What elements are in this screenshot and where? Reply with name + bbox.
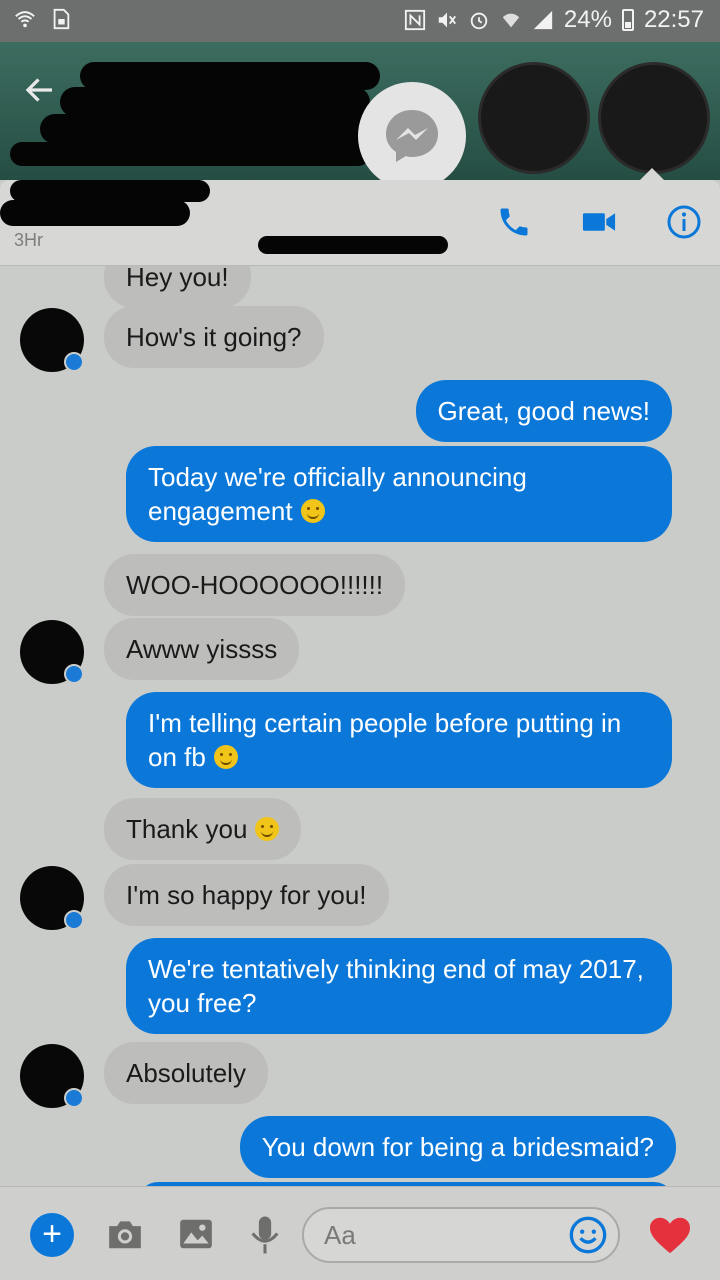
add-button[interactable]: +	[30, 1213, 74, 1257]
header-caret	[640, 168, 664, 180]
wifi-small-icon	[502, 13, 520, 28]
message-incoming[interactable]: I'm so happy for you!	[104, 864, 389, 926]
video-camera-icon[interactable]	[580, 204, 618, 240]
participant-avatar-1[interactable]	[478, 62, 590, 174]
message-input[interactable]	[324, 1219, 564, 1251]
smiling-face-with-smiling-eyes-icon	[255, 817, 280, 841]
messenger-mini-badge	[64, 1088, 84, 1108]
signal-icon	[533, 10, 553, 30]
messenger-mini-badge	[64, 352, 84, 372]
message-composer: +	[0, 1186, 720, 1280]
redacted-name-2	[60, 87, 370, 117]
message-incoming[interactable]: Thank you	[104, 798, 302, 860]
conversation-infobar: 3Hr	[0, 180, 720, 266]
status-bar: 24% 22:57	[0, 0, 720, 42]
messenger-mini-badge	[64, 910, 84, 930]
message-outgoing[interactable]: Great, good news!	[415, 380, 672, 442]
message-outgoing[interactable]: Today we're officially announcing engage…	[126, 446, 672, 542]
plus-icon: +	[42, 1215, 62, 1253]
conversation-header	[0, 42, 720, 180]
smiling-face-icon	[213, 745, 238, 769]
message-incoming[interactable]: How's it going?	[104, 306, 324, 368]
back-button[interactable]	[22, 72, 62, 112]
message-thread[interactable]: Hey you! How's it going? Great, good new…	[0, 266, 720, 1186]
redacted-title	[10, 180, 210, 202]
message-incoming[interactable]: Awww yissss	[104, 618, 300, 680]
redacted-subtitle	[258, 236, 448, 254]
mute-icon	[438, 12, 456, 28]
message-incoming[interactable]: Absolutely	[104, 1042, 268, 1104]
message-outgoing[interactable]: We're tentatively thinking end of may 20…	[126, 938, 672, 1034]
sim-icon	[53, 8, 70, 30]
participant-avatar-2[interactable]	[598, 62, 710, 174]
microphone-icon[interactable]	[248, 1215, 282, 1255]
info-icon[interactable]	[666, 204, 702, 240]
emoji-smile-icon[interactable]	[568, 1215, 608, 1255]
camera-icon[interactable]	[104, 1215, 146, 1253]
redacted-name	[80, 62, 380, 90]
wifi-icon	[15, 11, 35, 28]
redacted-name-4	[10, 142, 370, 166]
message-incoming[interactable]: Hey you!	[104, 266, 251, 308]
nfc-icon	[404, 9, 425, 31]
phone-icon[interactable]	[496, 204, 532, 240]
battery-percent: 24%	[563, 6, 612, 33]
redacted-name-3	[40, 114, 370, 144]
slightly-smiling-face-icon	[300, 499, 325, 523]
clock: 22:57	[643, 6, 704, 33]
message-incoming[interactable]: WOO-HOOOOOO!!!!!!	[104, 554, 406, 616]
messenger-icon	[386, 110, 438, 162]
arrow-left-icon	[25, 78, 52, 102]
active-status: 3Hr	[14, 230, 44, 250]
messenger-mini-badge	[64, 664, 84, 684]
message-outgoing[interactable]: I'm telling certain people before puttin…	[126, 692, 672, 788]
messenger-badge	[358, 82, 466, 180]
heart-icon[interactable]	[648, 1215, 692, 1255]
image-icon[interactable]	[176, 1215, 216, 1253]
message-input-field[interactable]	[302, 1207, 620, 1263]
battery-icon	[621, 9, 634, 31]
alarm-icon	[470, 12, 488, 30]
message-outgoing[interactable]: You down for being a bridesmaid?	[239, 1116, 676, 1178]
redacted-title-2	[0, 200, 190, 226]
